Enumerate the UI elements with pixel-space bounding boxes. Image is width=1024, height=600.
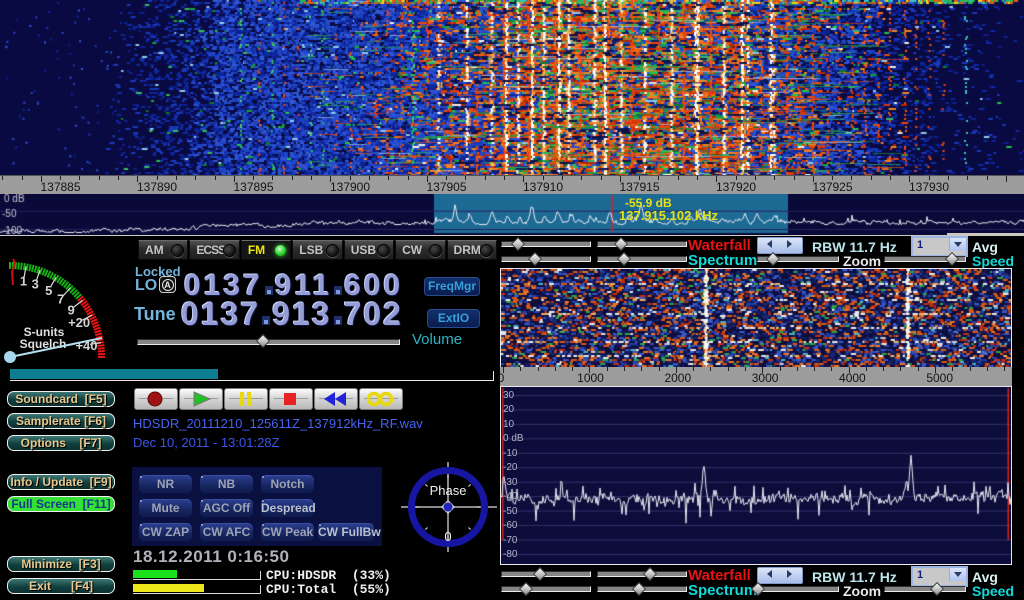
svg-text:0: 0	[444, 529, 451, 544]
svg-text:Squelch: Squelch	[20, 337, 67, 351]
svg-text:5: 5	[45, 283, 52, 298]
svg-text:7: 7	[57, 292, 64, 307]
svg-text:Phase: Phase	[430, 483, 467, 498]
svg-text:3: 3	[32, 277, 39, 292]
svg-text:+20: +20	[68, 315, 90, 330]
svg-text:1: 1	[20, 274, 27, 289]
